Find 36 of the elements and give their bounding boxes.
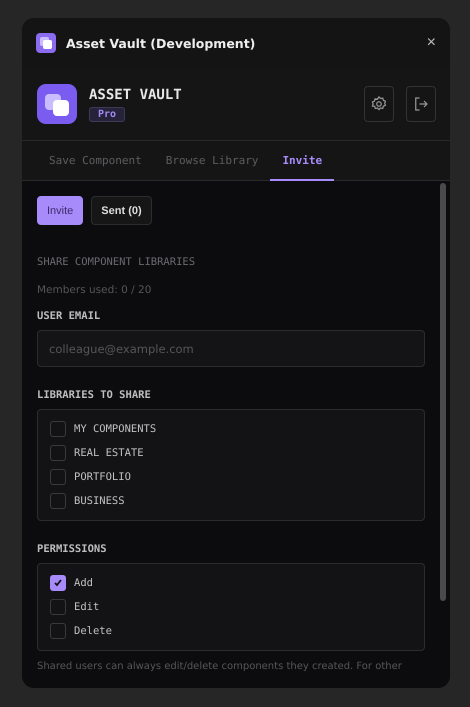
checkbox-label: Edit bbox=[74, 601, 100, 613]
checkbox[interactable] bbox=[50, 469, 66, 485]
checkbox-label: Delete bbox=[74, 625, 112, 637]
checkbox[interactable] bbox=[50, 493, 66, 509]
checkbox-label: BUSINESS bbox=[74, 495, 125, 507]
members-count: Members used: 0 / 20 bbox=[37, 284, 152, 296]
field-label: PERMISSIONS bbox=[37, 543, 108, 555]
logout-icon bbox=[412, 95, 430, 113]
section-title: SHARE COMPONENT LIBRARIES bbox=[37, 256, 196, 268]
scrollbar-thumb[interactable] bbox=[440, 183, 446, 601]
settings-icon bbox=[370, 95, 388, 113]
tab[interactable]: Invite bbox=[270, 141, 334, 181]
permissions-note: Shared users can always edit/delete components they created. For other bbox=[37, 661, 403, 672]
field-label: USER EMAIL bbox=[37, 310, 102, 322]
app-name: ASSET VAULT bbox=[89, 86, 182, 102]
plan-badge: Pro bbox=[89, 106, 126, 122]
checkbox-label: PORTFOLIO bbox=[74, 471, 131, 483]
close-button[interactable]: × bbox=[426, 34, 436, 52]
checkbox[interactable] bbox=[50, 575, 66, 591]
checkbox[interactable] bbox=[50, 623, 66, 639]
sub-tab[interactable]: Invite bbox=[37, 196, 84, 225]
logout-button[interactable] bbox=[406, 86, 436, 122]
settings-button[interactable] bbox=[364, 86, 394, 122]
sub-tab[interactable]: Sent (0) bbox=[91, 196, 152, 225]
checkbox[interactable] bbox=[50, 599, 66, 615]
checkbox-label: REAL ESTATE bbox=[74, 447, 144, 459]
window-title: Asset Vault (Development) bbox=[66, 36, 256, 50]
field-label: LIBRARIES TO SHARE bbox=[37, 389, 152, 401]
app-logo-icon bbox=[36, 33, 56, 53]
checkbox[interactable] bbox=[50, 421, 66, 437]
email-input-field[interactable]: colleague@example.com bbox=[37, 330, 425, 367]
app-logo-icon bbox=[37, 84, 77, 124]
check-icon bbox=[53, 578, 63, 588]
checkbox[interactable] bbox=[50, 445, 66, 461]
checkbox-label: Add bbox=[74, 577, 93, 589]
checkbox-label: MY COMPONENTS bbox=[74, 423, 156, 435]
